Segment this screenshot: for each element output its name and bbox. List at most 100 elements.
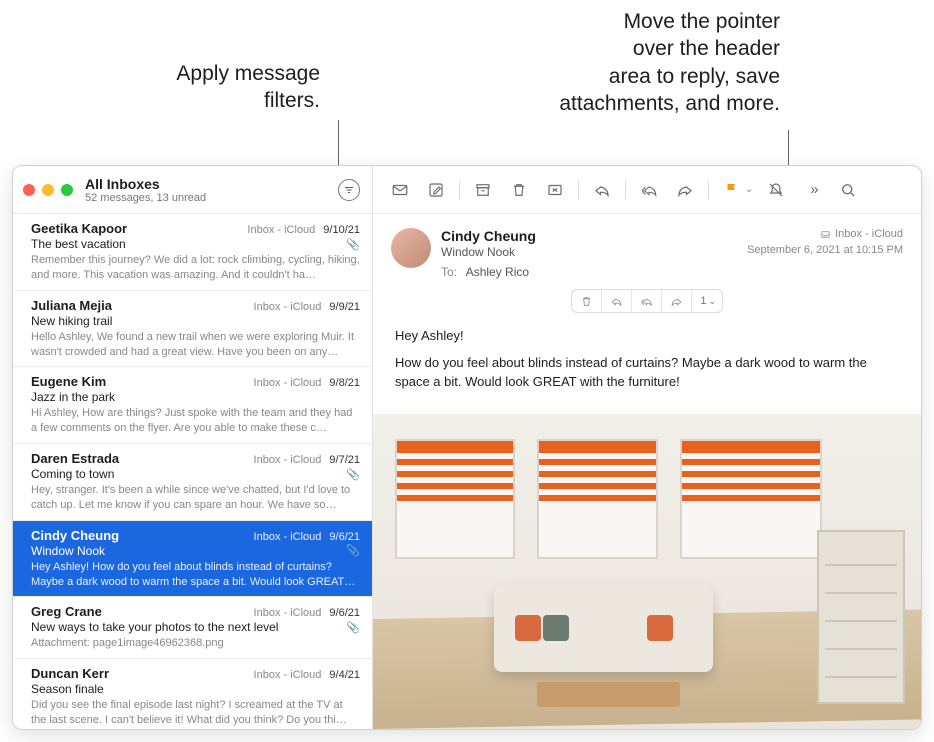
message-item[interactable]: Geetika KapoorInbox - iCloud 9/10/21The b… — [13, 214, 372, 291]
archive-icon — [474, 181, 492, 199]
forward-button[interactable] — [668, 175, 702, 205]
message-header[interactable]: Cindy Cheung Window Nook To: Ashley Rico… — [373, 214, 921, 321]
trash-icon — [580, 295, 593, 308]
message-mailbox: Inbox - iCloud — [254, 301, 322, 313]
list-header: All Inboxes 52 messages, 13 unread — [13, 166, 372, 214]
more-toolbar-button[interactable]: » — [795, 175, 829, 205]
chevron-down-icon: ⌄ — [708, 296, 716, 307]
message-item[interactable]: Eugene KimInbox - iCloud 9/8/21Jazz in th… — [13, 367, 372, 444]
paperclip-icon: 📎 — [346, 621, 360, 634]
message-preview: Attachment: page1image46962368.png — [31, 636, 360, 651]
junk-button[interactable] — [538, 175, 572, 205]
message-item[interactable]: Cindy CheungInbox - iCloud9/6/21Window N… — [13, 521, 372, 598]
filter-button[interactable] — [338, 179, 360, 201]
compose-icon — [427, 181, 445, 199]
mail-window: All Inboxes 52 messages, 13 unread Geeti… — [12, 165, 922, 730]
qa-reply-button[interactable] — [602, 290, 632, 312]
reply-all-icon — [640, 181, 658, 199]
message-list[interactable]: Geetika KapoorInbox - iCloud9/10/21The b… — [13, 214, 372, 729]
compose-button[interactable] — [419, 175, 453, 205]
search-icon — [839, 181, 857, 199]
message-item[interactable]: Daren EstradaInbox - iCloud 9/7/21Coming … — [13, 444, 372, 521]
message-subject: The best vacation — [31, 237, 340, 251]
message-subject: Season finale — [31, 682, 360, 696]
qa-reply-all-button[interactable] — [632, 290, 662, 312]
fullscreen-window-button[interactable] — [61, 184, 73, 196]
annotations: Apply message filters. Move the pointer … — [0, 0, 934, 165]
to-value: Ashley Rico — [466, 265, 529, 279]
reply-all-button[interactable] — [632, 175, 666, 205]
message-date: 9/6/21 — [329, 531, 360, 543]
message-sender: Eugene Kim — [31, 374, 254, 389]
reply-icon — [593, 181, 611, 199]
flag-button[interactable] — [715, 175, 749, 205]
message-date: 9/6/21 — [329, 607, 360, 619]
body-line: Hey Ashley! — [395, 327, 899, 346]
callout-filters: Apply message filters. — [100, 60, 320, 115]
paperclip-icon: 📎 — [346, 544, 360, 557]
message-date: 9/8/21 — [329, 377, 360, 389]
message-subject: Jazz in the park — [31, 390, 360, 404]
message-sender: Geetika Kapoor — [31, 221, 247, 236]
to-label: To: — [441, 265, 457, 279]
message-preview: Hey, stranger. It's been a while since w… — [31, 483, 360, 513]
qa-forward-button[interactable] — [662, 290, 692, 312]
window-controls[interactable] — [23, 184, 73, 196]
header-names: Cindy Cheung Window Nook To: Ashley Rico — [441, 228, 536, 279]
header-subject: Window Nook — [441, 245, 536, 259]
attachment-count: 1 — [700, 295, 706, 307]
attachment-image[interactable] — [373, 414, 921, 729]
quick-actions-bar: 1 ⌄ — [571, 289, 723, 313]
message-mailbox: Inbox - iCloud — [254, 669, 322, 681]
minimize-window-button[interactable] — [42, 184, 54, 196]
trash-icon — [510, 181, 528, 199]
paperclip-icon: 📎 — [346, 468, 360, 481]
message-subject: New hiking trail — [31, 314, 360, 328]
message-sender: Daren Estrada — [31, 451, 254, 466]
reply-button[interactable] — [585, 175, 619, 205]
junk-icon — [546, 181, 564, 199]
message-date: 9/9/21 — [329, 301, 360, 313]
message-body: Hey Ashley! How do you feel about blinds… — [373, 321, 921, 414]
forward-icon — [670, 295, 683, 308]
message-subject: Coming to town — [31, 467, 340, 481]
message-sender: Greg Crane — [31, 604, 254, 619]
mailbox-title: All Inboxes — [85, 176, 338, 192]
qa-attachments-button[interactable]: 1 ⌄ — [692, 290, 722, 312]
mute-button[interactable] — [759, 175, 793, 205]
forward-icon — [676, 181, 694, 199]
message-item[interactable]: Duncan KerrInbox - iCloud9/4/21Season fi… — [13, 659, 372, 729]
message-preview: Hey Ashley! How do you feel about blinds… — [31, 560, 360, 590]
to-row: To: Ashley Rico — [441, 265, 536, 279]
qa-delete-button[interactable] — [572, 290, 602, 312]
delete-button[interactable] — [502, 175, 536, 205]
header-right: Inbox - iCloud September 6, 2021 at 10:1… — [747, 228, 903, 256]
message-preview: Hello Ashley, We found a new trail when … — [31, 330, 360, 360]
message-mailbox: Inbox - iCloud — [254, 454, 322, 466]
archive-button[interactable] — [466, 175, 500, 205]
message-item[interactable]: Juliana MejiaInbox - iCloud 9/9/21New hik… — [13, 291, 372, 368]
message-mailbox: Inbox - iCloud — [254, 607, 322, 619]
flag-menu-chevron[interactable]: ⌄ — [745, 184, 753, 195]
message-sender: Cindy Cheung — [31, 528, 254, 543]
message-list-pane: All Inboxes 52 messages, 13 unread Geeti… — [13, 166, 373, 729]
message-mailbox: Inbox - iCloud — [254, 377, 322, 389]
body-line: How do you feel about blinds instead of … — [395, 354, 899, 392]
get-mail-button[interactable] — [383, 175, 417, 205]
message-date: 9/10/21 — [323, 224, 360, 236]
message-mailbox: Inbox - iCloud — [247, 224, 315, 236]
message-preview: Hi Ashley, How are things? Just spoke wi… — [31, 406, 360, 436]
close-window-button[interactable] — [23, 184, 35, 196]
message-item[interactable]: Greg CraneInbox - iCloud9/6/21New ways t… — [13, 597, 372, 659]
message-date: 9/7/21 — [329, 454, 360, 466]
reply-icon — [610, 295, 623, 308]
filter-icon — [343, 184, 355, 196]
mailbox-title-block: All Inboxes 52 messages, 13 unread — [85, 176, 338, 204]
mailbox-subtitle: 52 messages, 13 unread — [85, 192, 338, 204]
message-timestamp: September 6, 2021 at 10:15 PM — [747, 244, 903, 256]
reply-all-icon — [640, 295, 653, 308]
search-button[interactable] — [831, 175, 865, 205]
envelope-icon — [391, 181, 409, 199]
mailbox-chip[interactable]: Inbox - iCloud — [820, 228, 903, 240]
message-sender: Juliana Mejia — [31, 298, 254, 313]
